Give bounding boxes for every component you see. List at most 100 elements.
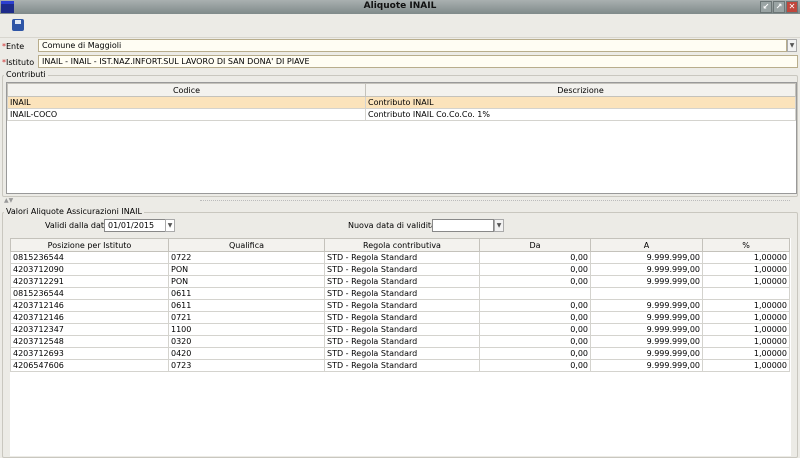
table-cell: 4203712347 [10,323,169,336]
table-cell: 0,00 [479,263,591,276]
maximize-icon[interactable]: ↗ [773,1,785,13]
table-cell: 0722 [168,251,325,264]
column-header[interactable]: Posizione per Istituto [10,238,169,252]
nuova-date-field[interactable] [432,219,494,232]
table-cell: PON [168,275,325,288]
table-cell: 4206547606 [10,359,169,372]
ente-label: *Ente [2,42,25,51]
table-cell: 0611 [168,299,325,312]
table-row[interactable]: INAIL Contributo INAIL [7,96,796,109]
column-header-codice[interactable]: Codice [7,83,366,97]
table-cell: 9.999.999,00 [590,323,703,336]
validi-date-field[interactable]: 01/01/2015 [104,219,166,232]
table-cell: 0815236544 [10,287,169,300]
column-header[interactable]: Qualifica [168,238,325,252]
table-cell: PON [168,263,325,276]
valori-legend: Valori Aliquote Assicurazioni INAIL [4,207,144,216]
table-cell: 0,00 [479,299,591,312]
table-cell: 1,00000 [702,251,790,264]
chevron-down-icon[interactable]: ▼ [787,39,797,52]
istituto-label: *Istituto [2,58,35,67]
table-row[interactable]: INAIL-COCO Contributo INAIL Co.Co.Co. 1% [7,108,796,121]
floppy-disk-icon[interactable] [12,19,24,31]
table-cell: STD - Regola Standard [324,311,480,324]
table-cell: 9.999.999,00 [590,251,703,264]
table-cell: 0721 [168,311,325,324]
chevron-down-icon[interactable]: ▼ [494,219,504,232]
table-cell: 0,00 [479,347,591,360]
column-header[interactable]: Regola contributiva [324,238,480,252]
table-cell: 1,00000 [702,359,790,372]
table-cell: 0,00 [479,359,591,372]
table-cell: 1,00000 [702,311,790,324]
validi-label: Validi dalla data [45,221,109,230]
table-cell: 1,00000 [702,347,790,360]
table-row[interactable]: 4203712291 PON STD - Regola Standard 0,00 9.… [10,275,790,288]
table-cell: 4203712146 [10,299,169,312]
table-cell [702,287,790,300]
table-cell: 0,00 [479,335,591,348]
collapse-arrows-icon[interactable]: ▲▼ [4,197,13,204]
ente-select[interactable]: Comune di Maggioli [38,39,787,52]
table-cell: 9.999.999,00 [590,347,703,360]
table-cell: 9.999.999,00 [590,275,703,288]
table-cell: 1,00000 [702,263,790,276]
table-cell [590,287,703,300]
splitter[interactable] [200,200,790,201]
table-cell: 0815236544 [10,251,169,264]
table-row[interactable]: 4203712146 0721 STD - Regola Standard 0,00 9… [10,311,790,324]
table-cell: 4203712090 [10,263,169,276]
contributi-legend: Contributi [4,70,48,79]
column-header[interactable]: % [702,238,790,252]
column-header[interactable]: A [590,238,703,252]
table-cell: 0420 [168,347,325,360]
table-cell: 1,00000 [702,275,790,288]
table-cell [479,287,591,300]
table-cell: INAIL-COCO [7,108,366,121]
toolbar [0,14,800,38]
minimize-icon[interactable]: ↙ [760,1,772,13]
column-header-descrizione[interactable]: Descrizione [365,83,796,97]
table-row[interactable]: 4203712090 PON STD - Regola Standard 0,00 9.… [10,263,790,276]
table-cell: 1,00000 [702,335,790,348]
table-cell: 0,00 [479,275,591,288]
table-cell: 9.999.999,00 [590,299,703,312]
table-cell: 4203712693 [10,347,169,360]
table-cell: 0611 [168,287,325,300]
table-cell: 9.999.999,00 [590,311,703,324]
column-header[interactable]: Da [479,238,591,252]
table-cell: 1,00000 [702,323,790,336]
table-row[interactable]: 4203712347 1100 STD - Regola Standard 0,00 9… [10,323,790,336]
table-cell: 9.999.999,00 [590,359,703,372]
window-title: Aliquote INAIL [363,1,437,11]
table-cell: STD - Regola Standard [324,335,480,348]
contributi-table-area: Codice Descrizione INAIL Contributo INAIL I… [6,82,797,194]
chevron-down-icon[interactable]: ▼ [165,219,175,232]
table-cell: 4203712146 [10,311,169,324]
table-cell: 1100 [168,323,325,336]
table-cell: INAIL [7,96,366,109]
table-cell: STD - Regola Standard [324,287,480,300]
table-cell: 4203712548 [10,335,169,348]
table-cell: Contributo INAIL [365,96,796,109]
table-row[interactable]: 4206547606 0723 STD - Regola Standard 0,00 9… [10,359,790,372]
table-cell: STD - Regola Standard [324,263,480,276]
table-row[interactable]: 0815236544 0611 STD - Regola Standard [10,287,790,300]
table-cell: STD - Regola Standard [324,323,480,336]
table-cell: 0,00 [479,311,591,324]
nuova-label: Nuova data di validita` [348,221,440,230]
table-cell: 4203712291 [10,275,169,288]
table-cell: 0723 [168,359,325,372]
table-cell: 0,00 [479,251,591,264]
table-row[interactable]: 4203712693 0420 STD - Regola Standard 0,00 9… [10,347,790,360]
table-cell: STD - Regola Standard [324,299,480,312]
table-row[interactable]: 0815236544 0722 STD - Regola Standard 0,00 9… [10,251,790,264]
table-cell: STD - Regola Standard [324,251,480,264]
table-cell: 9.999.999,00 [590,335,703,348]
table-cell: Contributo INAIL Co.Co.Co. 1% [365,108,796,121]
table-row[interactable]: 4203712146 0611 STD - Regola Standard 0,00 9… [10,299,790,312]
close-icon[interactable]: ✕ [786,1,798,13]
table-cell: STD - Regola Standard [324,275,480,288]
table-row[interactable]: 4203712548 0320 STD - Regola Standard 0,00 9… [10,335,790,348]
valori-table-area: Posizione per Istituto Qualifica Regola co… [10,238,791,456]
